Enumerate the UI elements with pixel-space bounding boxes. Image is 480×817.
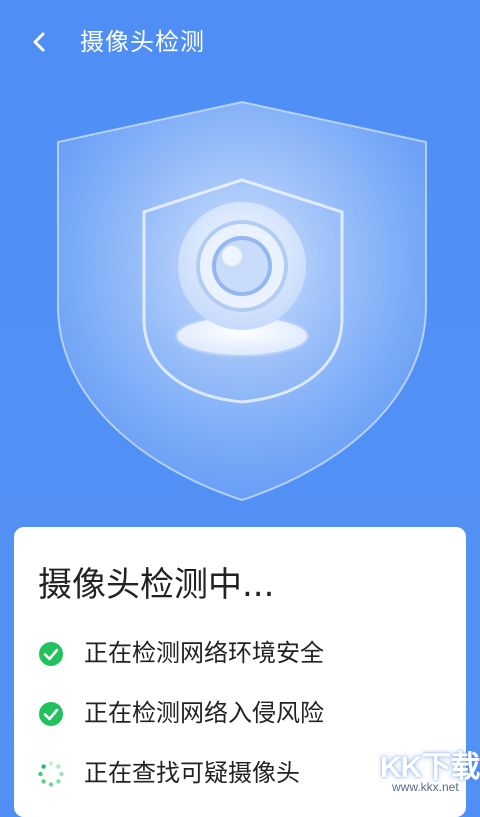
spinner-icon bbox=[38, 761, 64, 787]
detection-title: 摄像头检测中... bbox=[38, 565, 275, 605]
header: 摄像头检测 bbox=[0, 0, 480, 84]
shield-camera-icon bbox=[57, 100, 427, 502]
list-item-label: 正在查找可疑摄像头 bbox=[84, 759, 300, 787]
list-item-label: 正在检测网络入侵风险 bbox=[84, 699, 324, 727]
page-title: 摄像头检测 bbox=[80, 28, 205, 56]
watermark-url: www.kkx.net bbox=[392, 780, 459, 794]
list-item-label: 正在检测网络环境安全 bbox=[84, 639, 324, 667]
back-icon[interactable] bbox=[24, 26, 56, 58]
check-circle-icon bbox=[39, 642, 63, 666]
check-circle-icon bbox=[39, 702, 63, 726]
watermark-logo: KK下载 www.kkx.net bbox=[380, 742, 480, 800]
